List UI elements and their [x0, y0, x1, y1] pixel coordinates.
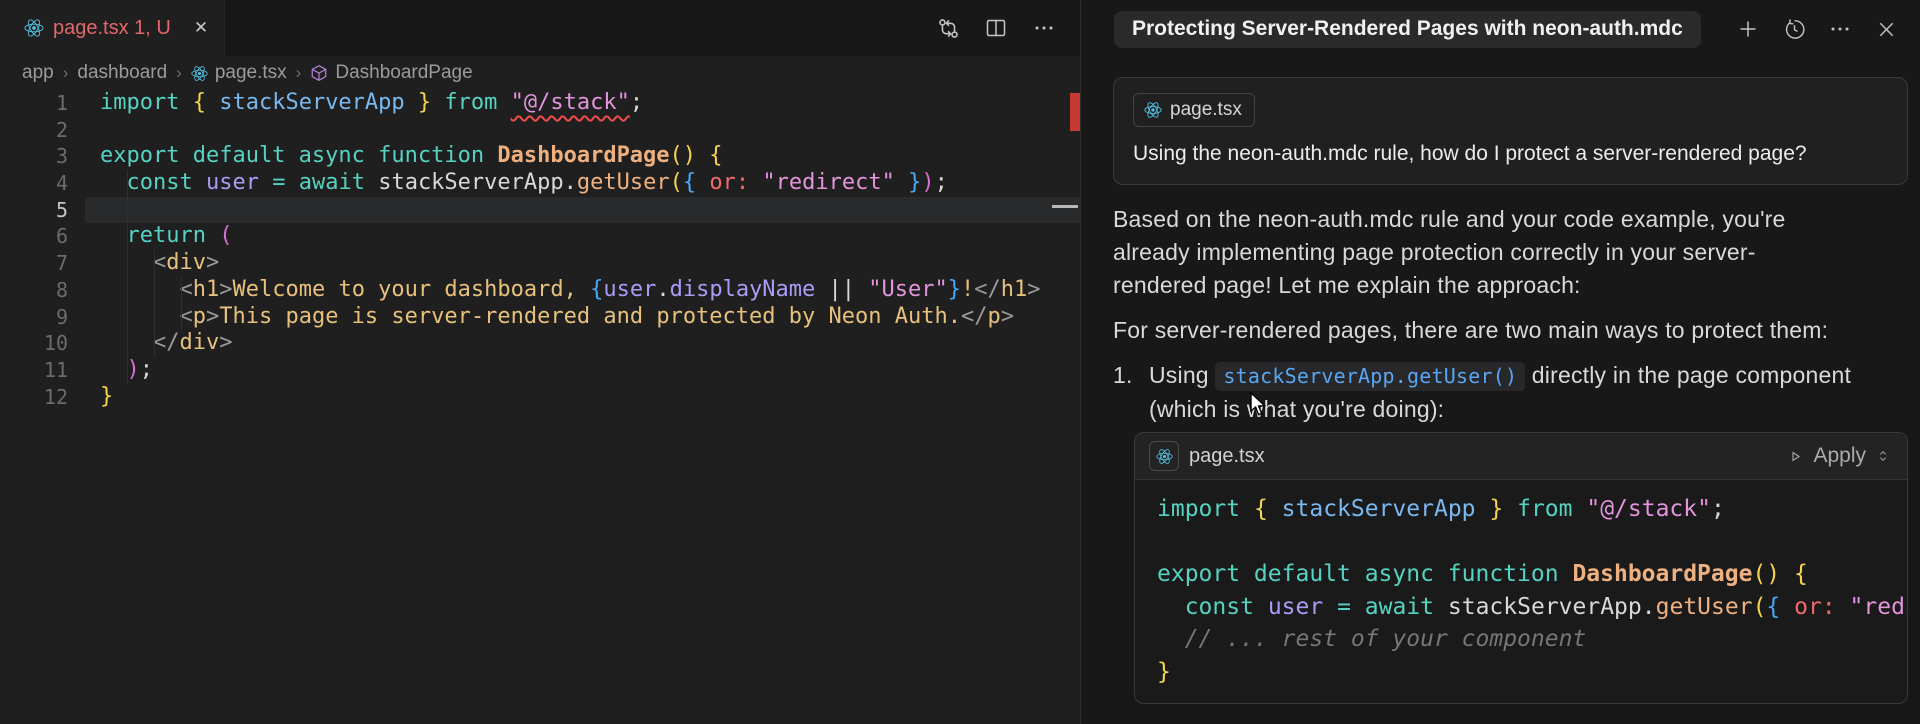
answer-text: directly in the page component	[1525, 362, 1851, 388]
editor-actions	[932, 0, 1080, 56]
indent-guide	[127, 170, 128, 384]
editor-pane: page.tsx 1, U ✕	[0, 0, 1080, 724]
breadcrumb-label: DashboardPage	[335, 62, 472, 84]
chat-header: Protecting Server-Rendered Pages with ne…	[1081, 0, 1920, 58]
chat-header-icons	[1730, 11, 1904, 47]
breadcrumb-item-app[interactable]: app	[22, 62, 54, 84]
list-content: Using stackServerApp.getUser() directly …	[1149, 359, 1851, 426]
list-line: Using stackServerApp.getUser() directly …	[1149, 359, 1851, 393]
breadcrumb-item-dashboard[interactable]: dashboard	[77, 62, 167, 84]
code-block-body: import { stackServerApp } from "@/stack"…	[1135, 480, 1907, 703]
react-icon	[1144, 101, 1162, 119]
open-changes-icon[interactable]	[932, 12, 964, 44]
overview-ruler-cursor-marker	[1052, 205, 1078, 208]
line-number: 7	[0, 250, 68, 277]
symbol-function-cube-icon	[310, 64, 328, 82]
inline-code: stackServerApp.getUser()	[1215, 362, 1525, 391]
answer-text: (which is what you're doing):	[1149, 396, 1444, 422]
play-icon	[1787, 448, 1804, 465]
code-line[interactable]: </div>	[85, 330, 1080, 357]
breadcrumb-separator: ›	[63, 63, 69, 83]
breadcrumb-label: app	[22, 62, 54, 84]
code-line: }	[1157, 656, 1907, 689]
line-number: 9	[0, 304, 68, 331]
indent-guide	[181, 277, 182, 330]
line-number: 11	[0, 357, 68, 384]
line-number: 1	[0, 90, 68, 117]
code-block-filename: page.tsx	[1189, 445, 1265, 468]
new-chat-plus-icon[interactable]	[1730, 11, 1766, 47]
code-editor[interactable]: 123456789101112 import { stackServerApp …	[0, 90, 1080, 724]
line-number: 10	[0, 330, 68, 357]
list-line: (which is what you're doing):	[1149, 393, 1851, 426]
history-icon[interactable]	[1776, 11, 1812, 47]
breadcrumb: app › dashboard › page.tsx › DashboardPa…	[0, 56, 1080, 90]
code-line: import { stackServerApp } from "@/stack"…	[1157, 493, 1907, 526]
code-line[interactable]	[85, 117, 1080, 144]
tab-page-tsx[interactable]: page.tsx 1, U ✕	[0, 0, 225, 56]
line-number: 12	[0, 384, 68, 411]
line-number: 4	[0, 170, 68, 197]
line-number: 8	[0, 277, 68, 304]
file-chip-label: page.tsx	[1170, 99, 1242, 121]
chevron-updown-icon[interactable]	[1875, 448, 1891, 464]
user-question-text: Using the neon-auth.mdc rule, how do I p…	[1133, 142, 1888, 166]
code-line: const user = await stackServerApp.getUse…	[1157, 591, 1907, 624]
line-number: 2	[0, 117, 68, 144]
more-actions-icon[interactable]	[1028, 12, 1060, 44]
line-number-gutter: 123456789101112	[0, 90, 85, 410]
code-line[interactable]: return (	[85, 223, 1080, 250]
react-icon	[1156, 448, 1173, 465]
line-number: 6	[0, 223, 68, 250]
answer-paragraph: Based on the neon-auth.mdc rule and your…	[1113, 203, 1908, 302]
split-editor-icon[interactable]	[980, 12, 1012, 44]
code-line[interactable]	[85, 197, 1080, 224]
line-number: 5	[0, 197, 68, 224]
apply-label: Apply	[1813, 444, 1866, 468]
breadcrumb-item-page-tsx[interactable]: page.tsx	[191, 62, 287, 84]
breadcrumb-item-dashboardpage[interactable]: DashboardPage	[310, 62, 472, 84]
user-message-card: page.tsx Using the neon-auth.mdc rule, h…	[1113, 77, 1908, 185]
indent-guide	[154, 250, 155, 357]
tab-bar: page.tsx 1, U ✕	[0, 0, 1080, 56]
answer-text: Using	[1149, 362, 1215, 388]
more-options-icon[interactable]	[1822, 11, 1858, 47]
line-number: 3	[0, 143, 68, 170]
code-line[interactable]: <h1>Welcome to your dashboard, {user.dis…	[85, 277, 1080, 304]
close-panel-icon[interactable]	[1868, 11, 1904, 47]
code-line[interactable]: import { stackServerApp } from "@/stack"…	[85, 90, 1080, 117]
list-number: 1.	[1113, 359, 1149, 426]
code-line: // ... rest of your component	[1157, 623, 1907, 656]
answer-list-item: 1. Using stackServerApp.getUser() direct…	[1113, 359, 1908, 426]
react-icon	[191, 65, 208, 82]
code-line[interactable]: const user = await stackServerApp.getUse…	[85, 170, 1080, 197]
file-icon-chip	[1149, 441, 1179, 471]
breadcrumb-label: page.tsx	[215, 62, 287, 84]
chat-body: page.tsx Using the neon-auth.mdc rule, h…	[1081, 77, 1920, 704]
tab-close-icon[interactable]: ✕	[194, 18, 208, 38]
code-line[interactable]: <p>This page is server-rendered and prot…	[85, 304, 1080, 331]
code-line[interactable]: }	[85, 384, 1080, 411]
apply-button[interactable]: Apply	[1787, 444, 1891, 468]
code-line[interactable]: <div>	[85, 250, 1080, 277]
breadcrumb-separator: ›	[176, 63, 182, 83]
code-line	[1157, 526, 1907, 559]
tab-label: page.tsx 1, U	[53, 17, 171, 40]
react-icon	[24, 18, 44, 38]
chat-panel: Protecting Server-Rendered Pages with ne…	[1080, 0, 1920, 724]
app-window: page.tsx 1, U ✕	[0, 0, 1920, 724]
code-block-header: page.tsx Apply	[1135, 433, 1907, 480]
code-lines[interactable]: import { stackServerApp } from "@/stack"…	[85, 90, 1080, 410]
chat-title-tab[interactable]: Protecting Server-Rendered Pages with ne…	[1114, 11, 1701, 48]
breadcrumb-separator: ›	[296, 63, 302, 83]
answer-paragraph: For server-rendered pages, there are two…	[1113, 314, 1908, 347]
breadcrumb-label: dashboard	[77, 62, 167, 84]
code-line: export default async function DashboardP…	[1157, 558, 1907, 591]
overview-ruler-error-marker	[1070, 93, 1080, 131]
code-line[interactable]: );	[85, 357, 1080, 384]
file-context-chip[interactable]: page.tsx	[1133, 93, 1255, 127]
code-line[interactable]: export default async function DashboardP…	[85, 143, 1080, 170]
chat-code-block: page.tsx Apply import { stackServerApp }…	[1134, 432, 1908, 704]
